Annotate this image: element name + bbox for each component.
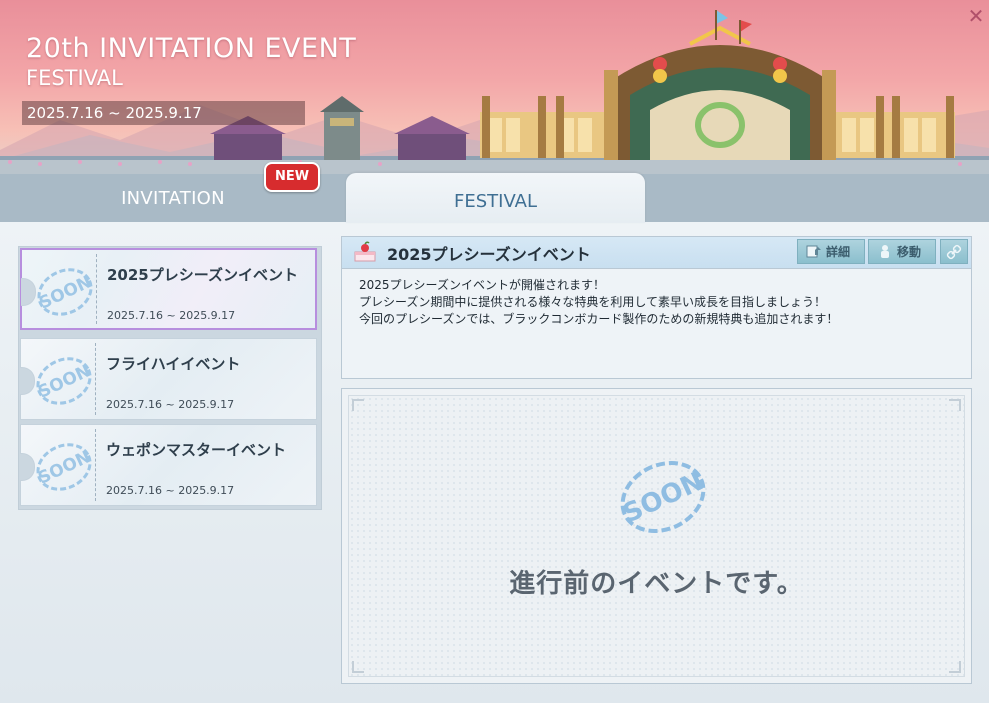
event-item-title: ウェポンマスターイベント bbox=[106, 441, 287, 459]
cake-icon bbox=[354, 241, 376, 262]
move-icon bbox=[881, 245, 889, 258]
event-main-inner: SOON 進行前のイベントです。 bbox=[348, 395, 965, 677]
event-item-period: 2025.7.16 ~ 2025.9.17 bbox=[106, 484, 235, 497]
tab-festival[interactable]: FESTIVAL bbox=[346, 173, 645, 223]
event-subtitle: FESTIVAL bbox=[26, 66, 123, 90]
link-button[interactable] bbox=[940, 239, 968, 264]
event-item-preseason[interactable]: SOON 2025プレシーズンイベント 2025.7.16 ~ 2025.9.1… bbox=[20, 248, 317, 330]
soon-stamp-icon: SOON bbox=[36, 268, 95, 316]
ticket-divider bbox=[95, 429, 96, 501]
event-item-title: 2025プレシーズンイベント bbox=[107, 266, 298, 284]
description-line: 今回のプレシーズンでは、ブラックコンボカード製作のための新規特典も追加されます！ bbox=[359, 312, 839, 326]
details-label: 詳細 bbox=[826, 245, 851, 259]
move-label: 移動 bbox=[897, 245, 922, 259]
move-button[interactable]: 移動 bbox=[868, 239, 936, 264]
description-line: 2025プレシーズンイベントが開催されます！ bbox=[359, 278, 605, 292]
event-item-title: フライハイイベント bbox=[106, 355, 241, 373]
event-period: 2025.7.16 ~ 2025.9.17 bbox=[22, 101, 305, 125]
event-info-panel: 2025プレシーズンイベント 詳細 移動 2025プレシーズンイベントが開催され… bbox=[341, 236, 972, 379]
pending-message: 進行前のイベントです。 bbox=[509, 569, 804, 599]
link-icon bbox=[946, 244, 962, 260]
frame-corner bbox=[949, 661, 961, 673]
event-item-period: 2025.7.16 ~ 2025.9.17 bbox=[106, 398, 235, 411]
festival-illustration bbox=[0, 10, 989, 174]
frame-corner bbox=[949, 399, 961, 411]
svg-text:SOON: SOON bbox=[36, 272, 95, 314]
event-main-panel: SOON 進行前のイベントです。 bbox=[341, 388, 972, 684]
details-icon bbox=[806, 245, 821, 258]
soon-stamp-icon: SOON bbox=[35, 443, 94, 491]
soon-stamp-icon: SOON bbox=[35, 357, 94, 405]
event-item-weaponmaster[interactable]: SOON ウェポンマスターイベント 2025.7.16 ~ 2025.9.17 bbox=[20, 424, 317, 506]
svg-text:SOON: SOON bbox=[619, 466, 708, 529]
event-item-flyhigh[interactable]: SOON フライハイイベント 2025.7.16 ~ 2025.9.17 bbox=[20, 338, 317, 420]
frame-corner bbox=[352, 661, 364, 673]
ticket-divider bbox=[96, 254, 97, 324]
event-item-period: 2025.7.16 ~ 2025.9.17 bbox=[107, 309, 236, 322]
details-button[interactable]: 詳細 bbox=[797, 239, 865, 264]
description-line: プレシーズン期間中に提供される様々な特典を利用して素早い成長を目指しましょう！ bbox=[359, 295, 827, 309]
frame-corner bbox=[352, 399, 364, 411]
event-banner: 20th INVITATION EVENT FESTIVAL 2025.7.16… bbox=[0, 0, 989, 174]
close-icon[interactable]: ✕ bbox=[966, 6, 986, 26]
event-description: 2025プレシーズンイベントが開催されます！ プレシーズン期間中に提供される様々… bbox=[359, 277, 838, 328]
event-info-header: 2025プレシーズンイベント 詳細 移動 bbox=[342, 237, 971, 269]
ticket-divider bbox=[95, 343, 96, 415]
new-badge: NEW bbox=[264, 162, 320, 192]
event-info-title: 2025プレシーズンイベント bbox=[387, 245, 591, 264]
event-title: 20th INVITATION EVENT bbox=[26, 33, 357, 64]
soon-stamp-icon: SOON bbox=[619, 460, 708, 534]
svg-text:SOON: SOON bbox=[35, 447, 94, 489]
svg-text:SOON: SOON bbox=[35, 361, 94, 403]
